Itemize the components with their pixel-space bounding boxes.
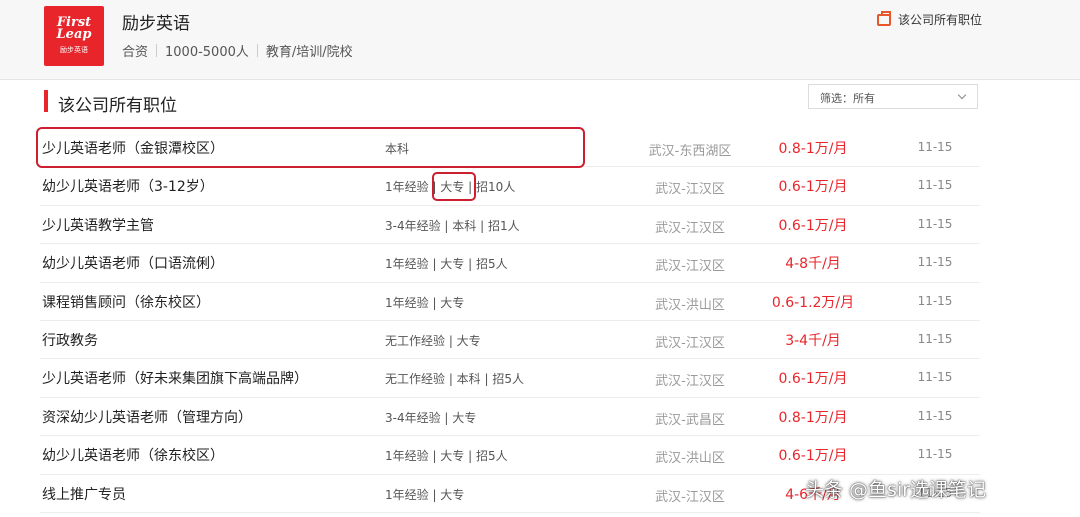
job-title[interactable]: 线上推广专员: [42, 484, 126, 504]
job-salary: 3-4千/月: [785, 332, 841, 349]
job-salary: 0.6-1万/月: [778, 371, 848, 388]
job-requirements: 无工作经验 | 大专: [385, 333, 481, 348]
job-date: 11-15: [917, 447, 953, 462]
job-row[interactable]: 幼少儿英语老师（口语流俐） 1年经验 | 大专 | 招5人 武汉-江汉区 4-8…: [40, 244, 980, 283]
job-row[interactable]: 少儿英语教学主管 3-4年经验 | 本科 | 招1人 武汉-江汉区 0.6-1万…: [40, 206, 980, 245]
job-location: 武汉-江汉区: [655, 182, 725, 198]
company-name[interactable]: 励步英语: [122, 9, 190, 34]
company-size: 1000-5000人: [165, 45, 249, 60]
job-title[interactable]: 幼少儿英语老师（口语流俐）: [42, 253, 224, 273]
job-row[interactable]: 课程销售顾问（徐东校区） 1年经验 | 大专 武汉-洪山区 0.6-1.2万/月…: [40, 283, 980, 321]
job-salary: 4-8千/月: [785, 256, 841, 273]
job-requirements: 3-4年经验 | 大专: [385, 410, 477, 425]
job-requirements: 1年经验 | 大专 | 招5人: [385, 257, 508, 272]
filter-label: 筛选：所有: [820, 92, 875, 105]
job-salary: 0.6-1.2万/月: [771, 294, 855, 311]
job-date: 11-15: [917, 255, 953, 270]
logo-subtitle: 励步英语: [60, 46, 88, 54]
job-location: 武汉-武昌区: [655, 412, 725, 428]
job-salary: 0.6-1万/月: [778, 217, 848, 234]
job-row[interactable]: 行政教务 无工作经验 | 大专 武汉-江汉区 3-4千/月 11-15: [40, 321, 980, 360]
job-list: 少儿英语老师（金银潭校区） 本科 武汉-东西湖区 0.8-1万/月 11-15 …: [40, 129, 980, 513]
job-date: 11-15: [917, 370, 953, 385]
section-accent-bar: [44, 90, 48, 112]
job-location: 武汉-江汉区: [655, 489, 725, 505]
job-row[interactable]: 幼少儿英语老师（徐东校区） 1年经验 | 大专 | 招5人 武汉-洪山区 0.6…: [40, 436, 980, 475]
job-salary: 0.8-1万/月: [778, 141, 848, 157]
job-date: 11-15: [917, 293, 953, 308]
section-title: 该公司所有职位: [58, 96, 177, 116]
job-requirements: 1年经验 | 大专 | 招5人: [385, 449, 508, 464]
job-title[interactable]: 资深幼少儿英语老师（管理方向）: [42, 407, 252, 427]
job-requirements: 1年经验 | 大专: [385, 295, 465, 310]
meta-divider: [256, 44, 258, 57]
annotation-box-education: [432, 172, 476, 201]
meta-divider: [156, 44, 158, 57]
job-requirements: 3-4年经验 | 本科 | 招1人: [385, 218, 520, 233]
job-date: 11-15: [917, 408, 953, 423]
briefcase-icon: [877, 10, 891, 26]
job-title[interactable]: 少儿英语教学主管: [42, 215, 154, 235]
job-salary: 0.6-1万/月: [778, 448, 848, 465]
chevron-down-icon: [957, 90, 967, 100]
job-requirements: 无工作经验 | 本科 | 招5人: [385, 372, 524, 387]
company-logo[interactable]: First Leap 励步英语: [44, 6, 104, 66]
all-jobs-link-label: 该公司所有职位: [898, 13, 983, 27]
job-requirements: 1年经验 | 大专: [385, 487, 465, 502]
job-date: 11-15: [917, 216, 953, 231]
job-date: 11-15: [917, 178, 953, 193]
company-meta: 合资 1000-5000人 教育/培训/院校: [122, 41, 353, 60]
job-location: 武汉-江汉区: [655, 335, 725, 351]
company-type: 合资: [122, 45, 149, 60]
job-location: 武汉-江汉区: [655, 220, 725, 236]
job-location: 武汉-江汉区: [655, 259, 725, 275]
job-date: 11-15: [917, 331, 953, 346]
logo-text: First Leap: [56, 15, 92, 42]
job-location: 武汉-东西湖区: [648, 144, 732, 159]
job-salary: 0.8-1万/月: [778, 409, 848, 426]
filter-dropdown[interactable]: 筛选：所有: [808, 84, 978, 109]
job-location: 武汉-洪山区: [655, 451, 725, 467]
watermark: 头条 @鱼sir选课笔记: [805, 479, 987, 501]
job-salary: 0.6-1万/月: [778, 179, 848, 196]
job-location: 武汉-洪山区: [655, 297, 725, 313]
job-title[interactable]: 行政教务: [42, 330, 98, 350]
annotation-box-row: [36, 127, 585, 168]
job-row[interactable]: 资深幼少儿英语老师（管理方向） 3-4年经验 | 大专 武汉-武昌区 0.8-1…: [40, 398, 980, 437]
job-date: 11-15: [917, 140, 953, 154]
job-title[interactable]: 幼少儿英语老师（徐东校区）: [42, 445, 224, 465]
job-row[interactable]: 少儿英语老师（好未来集团旗下高端品牌） 无工作经验 | 本科 | 招5人 武汉-…: [40, 359, 980, 398]
job-title[interactable]: 课程销售顾问（徐东校区）: [42, 292, 210, 312]
job-title[interactable]: 幼少儿英语老师（3-12岁）: [42, 176, 214, 196]
company-header: First Leap 励步英语 励步英语 合资 1000-5000人 教育/培训…: [0, 0, 1080, 80]
company-industry: 教育/培训/院校: [265, 45, 353, 60]
job-row[interactable]: 幼少儿英语老师（3-12岁） 1年经验 | 大专 | 招10人 武汉-江汉区 0…: [40, 167, 980, 206]
job-location: 武汉-江汉区: [655, 374, 725, 390]
all-jobs-link[interactable]: 该公司所有职位: [877, 10, 983, 28]
job-title[interactable]: 少儿英语老师（好未来集团旗下高端品牌）: [42, 368, 308, 388]
